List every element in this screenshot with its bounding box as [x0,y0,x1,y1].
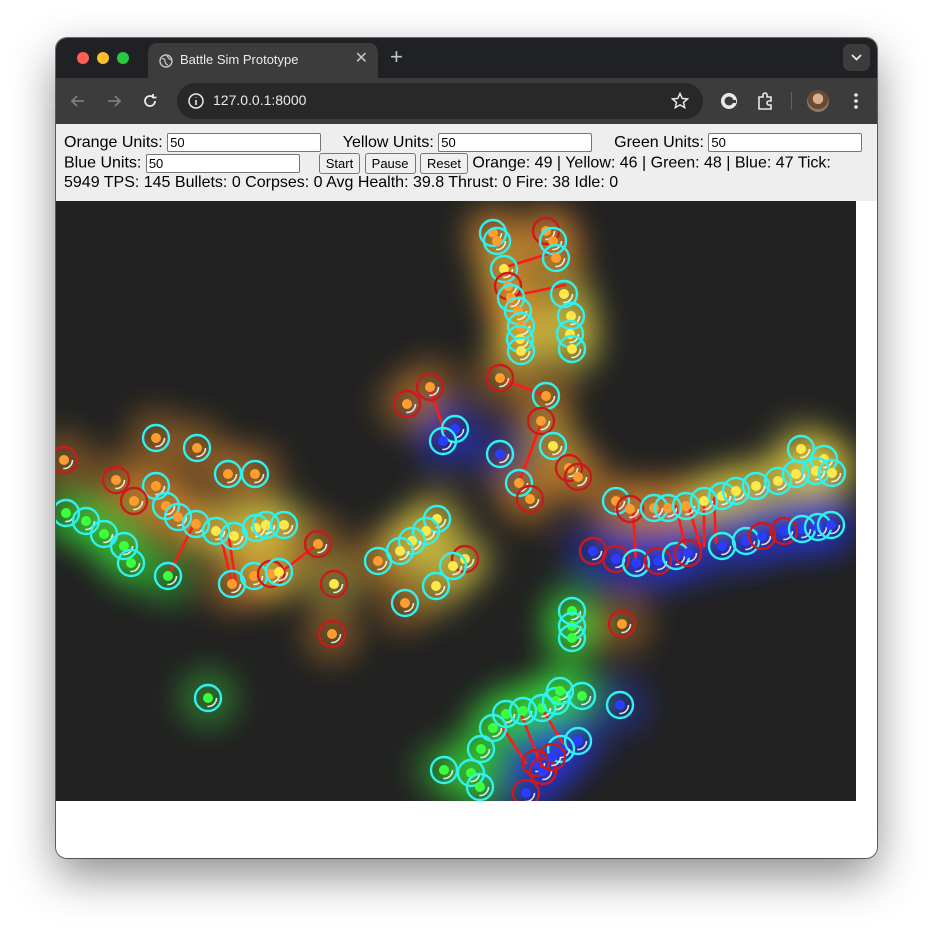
yellow-units-label: Yellow Units: [342,134,434,151]
page-content: Orange Units: Yellow Units: Green Units:… [56,124,877,858]
start-button[interactable]: Start [318,153,361,174]
browser-window: Battle Sim Prototype ✕ + 127.0.0.1:8000 [56,38,877,858]
globe-icon [159,54,173,68]
blue-units-input[interactable] [145,154,300,173]
battle-arena-svg [56,201,862,823]
green-units-input[interactable] [708,133,863,153]
unit-glow-layer [56,201,862,823]
stats-line-1: Orange: 49 | Yellow: 46 | Green: 48 | Bl… [472,154,831,172]
toolbar-divider [791,92,792,110]
site-info-icon[interactable] [187,92,205,110]
more-options-icon[interactable] [846,90,866,112]
stats-line-2: 5949 TPS: 145 Bullets: 0 Corpses: 0 Avg … [64,174,619,191]
tab-title: Battle Sim Prototype [180,52,299,67]
extensions-puzzle-icon[interactable] [754,90,776,112]
address-bar[interactable]: 127.0.0.1:8000 [177,83,703,119]
blue-units-label: Blue Units: [64,154,142,172]
back-arrow-icon[interactable] [68,91,88,111]
chevron-down-icon [851,54,862,61]
browser-toolbar: 127.0.0.1:8000 [56,78,877,124]
star-icon[interactable] [670,91,690,111]
green-units-label: Green Units: [614,134,704,151]
close-window-button[interactable] [77,52,89,64]
pause-button[interactable]: Pause [364,153,416,174]
browser-tab[interactable]: Battle Sim Prototype ✕ [148,43,378,78]
control-panel: Orange Units: Yellow Units: Green Units:… [56,124,877,201]
forward-arrow-icon[interactable] [104,91,124,111]
unit-inputs-row-2: Blue Units: Start Pause Reset Orange: 49… [64,153,831,174]
orange-units-input[interactable] [167,133,322,153]
title-bar: Battle Sim Prototype ✕ + [56,38,877,78]
tab-search-button[interactable] [843,44,870,71]
battle-arena-canvas[interactable] [56,201,862,823]
close-tab-icon[interactable]: ✕ [355,51,368,67]
unit-inputs-row-1: Orange Units: Yellow Units: Green Units: [64,133,863,153]
orange-units-label: Orange Units: [64,134,163,151]
profile-avatar[interactable] [807,90,829,112]
yellow-units-input[interactable] [438,133,593,153]
url-text: 127.0.0.1:8000 [213,92,307,108]
new-tab-button[interactable]: + [390,46,403,68]
reload-icon[interactable] [140,91,160,111]
password-manager-icon[interactable] [718,90,740,112]
minimize-window-button[interactable] [97,52,109,64]
reset-button[interactable]: Reset [419,153,468,174]
stats-row: 5949 TPS: 145 Bullets: 0 Corpses: 0 Avg … [64,173,618,193]
maximize-window-button[interactable] [117,52,129,64]
